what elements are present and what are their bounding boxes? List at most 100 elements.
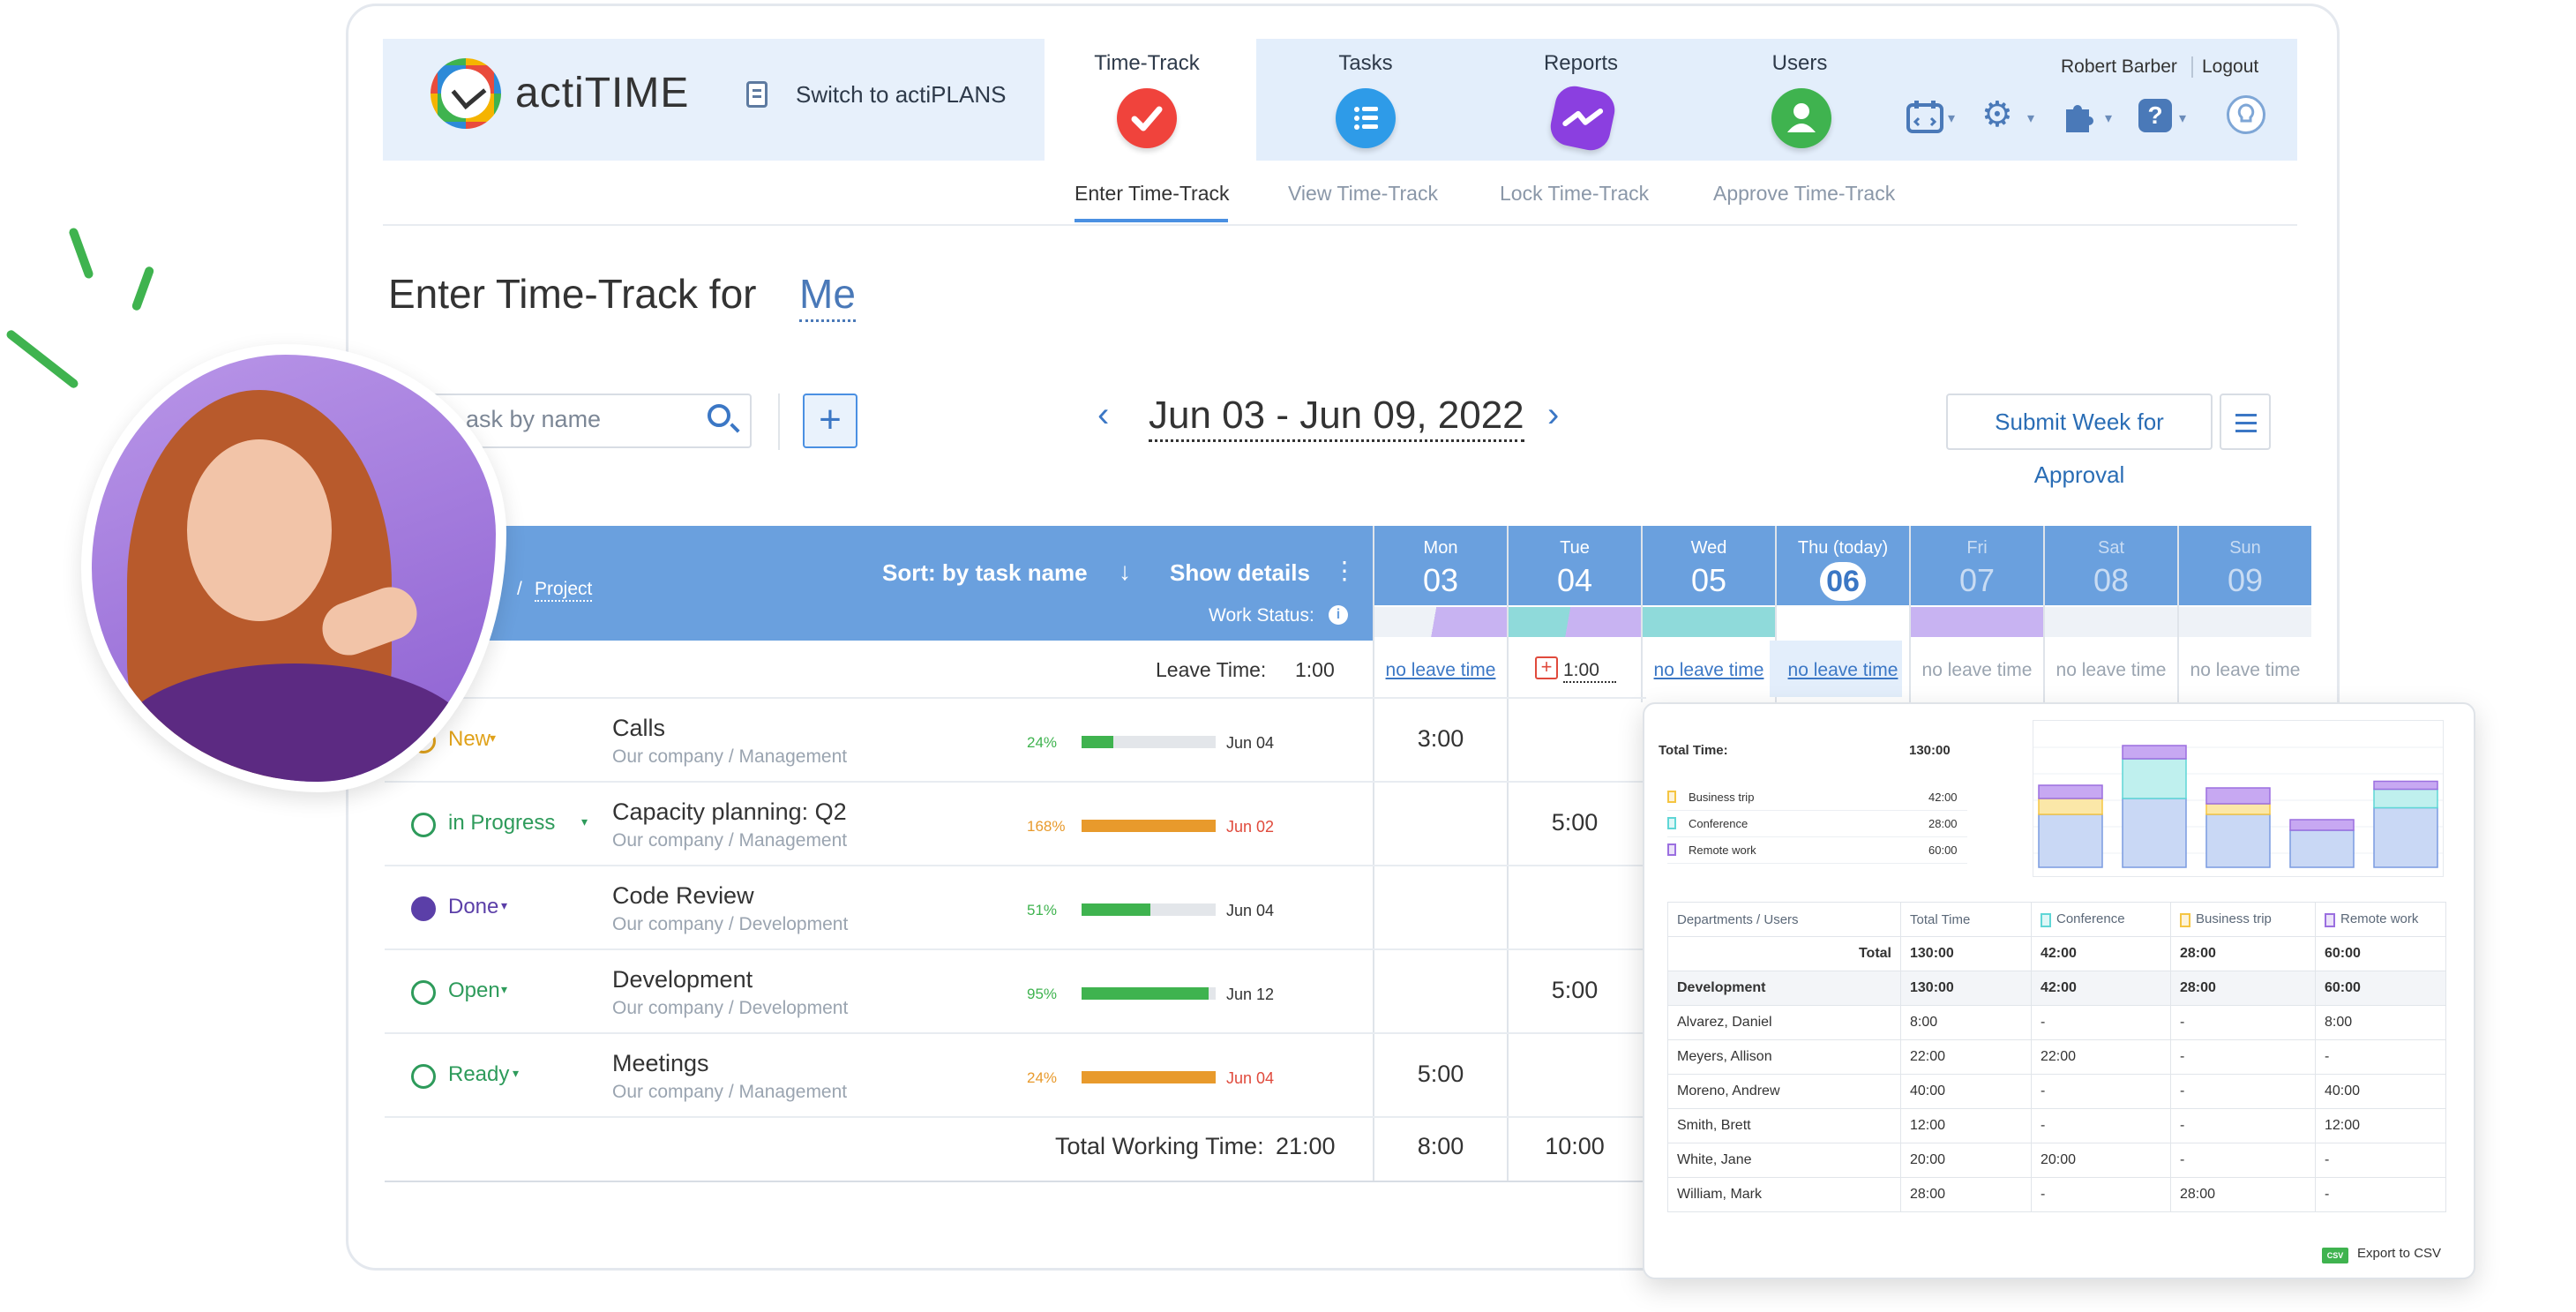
menu-button[interactable] <box>2220 394 2271 450</box>
gear-icon[interactable]: ⚙ <box>1981 97 2013 132</box>
status-dropdown[interactable]: Done <box>448 895 498 919</box>
logout-link[interactable]: Logout <box>2202 56 2258 78</box>
leave-cell-wed[interactable]: no leave time <box>1643 660 1775 681</box>
row-divider <box>385 865 1646 866</box>
status-icon[interactable] <box>411 1064 436 1089</box>
day-header-fri[interactable]: Fri 07 <box>1911 526 2043 605</box>
previous-week-button[interactable]: ‹ <box>1097 395 1109 435</box>
status-dropdown[interactable]: in Progress <box>448 811 555 836</box>
table-cell-text: 130:00 <box>1910 980 1954 995</box>
chevron-down-icon[interactable]: ▾ <box>1948 109 1955 127</box>
module-reports-label[interactable]: Reports <box>1493 51 1669 76</box>
module-tasks-label[interactable]: Tasks <box>1277 51 1454 76</box>
header-separator: / <box>517 579 522 599</box>
task-project: Our company / Management <box>612 1082 848 1102</box>
table-cell: 12:00 <box>2315 1108 2446 1143</box>
time-track-icon[interactable] <box>1117 88 1177 148</box>
day-header-sat[interactable]: Sat 08 <box>2045 526 2177 605</box>
chevron-down-icon[interactable]: ▾ <box>501 982 507 997</box>
leave-time-label: Leave Time: <box>1156 658 1267 681</box>
logo-text[interactable]: actiTIME <box>515 69 689 117</box>
add-leave-icon[interactable]: + <box>1535 656 1558 679</box>
subtab-enter-time-track[interactable]: Enter Time-Track <box>1075 182 1230 206</box>
leave-cell-mon[interactable]: no leave time <box>1374 660 1507 681</box>
table-cell-text: - <box>2180 1118 2185 1133</box>
table-cell: Total <box>1667 936 1901 971</box>
tasks-icon[interactable] <box>1336 88 1396 148</box>
table-cell: Conference <box>2031 902 2171 937</box>
module-time-track-label[interactable]: Time-Track <box>1059 51 1235 76</box>
chevron-down-icon[interactable]: ▾ <box>581 814 588 829</box>
search-icon[interactable] <box>708 404 730 427</box>
sort-direction-icon[interactable]: ↓ <box>1119 558 1131 586</box>
task-name[interactable]: Code Review <box>612 882 754 910</box>
status-dropdown[interactable]: Ready <box>448 1062 509 1087</box>
day-header-mon[interactable]: Mon 03 <box>1374 526 1507 605</box>
chart-bar-segment <box>2038 798 2103 815</box>
table-cell: Business trip <box>2170 902 2316 937</box>
status-icon[interactable] <box>411 813 436 837</box>
chart-bar-segment <box>2038 784 2103 799</box>
chevron-down-icon[interactable]: ▾ <box>2179 109 2186 127</box>
table-cell-text: 8:00 <box>2325 1015 2353 1030</box>
day-header-tue[interactable]: Tue 04 <box>1509 526 1641 605</box>
sort-selector[interactable]: Sort: by task name <box>882 559 1088 587</box>
task-name[interactable]: Meetings <box>612 1050 709 1077</box>
switch-product-link[interactable]: Switch to actiPLANS <box>796 81 1006 109</box>
table-cell: 130:00 <box>1900 936 2032 971</box>
info-icon[interactable]: i <box>1329 605 1348 625</box>
time-cell-mon[interactable]: 5:00 <box>1374 1061 1507 1088</box>
table-cell: Development <box>1667 971 1901 1006</box>
reports-icon[interactable] <box>1546 82 1619 154</box>
export-csv-link[interactable]: Export to CSV <box>2357 1246 2441 1261</box>
users-icon[interactable] <box>1771 88 1831 148</box>
add-task-button[interactable]: + <box>803 394 857 448</box>
chevron-down-icon[interactable]: ▾ <box>513 1066 519 1081</box>
integrations-icon[interactable] <box>1906 99 1944 140</box>
lightbulb-icon[interactable] <box>2227 95 2265 134</box>
more-options-icon[interactable]: ⋮ <box>1332 556 1357 585</box>
next-week-button[interactable]: › <box>1547 395 1559 435</box>
module-users-label[interactable]: Users <box>1711 51 1888 76</box>
project-sort-link[interactable]: Project <box>535 579 593 602</box>
day-header-thu[interactable]: Thu (today) 06 <box>1777 526 1909 605</box>
subtab-lock-time-track[interactable]: Lock Time-Track <box>1500 182 1649 206</box>
status-dropdown[interactable]: Open <box>448 978 500 1003</box>
date-range-picker[interactable]: Jun 03 - Jun 09, 2022 <box>1149 394 1524 442</box>
chevron-down-icon[interactable]: ▾ <box>2105 109 2112 127</box>
leave-cell-thu[interactable]: no leave time <box>1777 660 1909 681</box>
time-cell-tue[interactable]: 5:00 <box>1509 809 1641 836</box>
status-icon[interactable] <box>411 980 436 1005</box>
divider <box>778 394 780 450</box>
time-cell-tue[interactable]: 5:00 <box>1509 977 1641 1004</box>
chevron-down-icon[interactable]: ▾ <box>501 898 507 913</box>
user-selector[interactable]: Me <box>799 270 856 322</box>
day-header-sun[interactable]: Sun 09 <box>2179 526 2311 605</box>
current-user-name[interactable]: Robert Barber <box>2061 56 2177 78</box>
chevron-down-icon[interactable]: ▾ <box>490 731 496 746</box>
status-icon[interactable] <box>411 896 436 921</box>
table-cell: Total Time <box>1900 902 2032 937</box>
document-icon[interactable] <box>746 81 768 108</box>
table-cell-text: - <box>2180 1152 2185 1167</box>
task-name[interactable]: Capacity planning: Q2 <box>612 798 847 826</box>
task-progress-bar <box>1082 987 1216 1000</box>
chevron-down-icon[interactable]: ▾ <box>2027 109 2034 127</box>
page-title: Enter Time-Track for <box>388 271 757 317</box>
task-name[interactable]: Calls <box>612 715 665 742</box>
leave-cell-tue[interactable]: 1:00 <box>1563 660 1616 683</box>
table-cell: 40:00 <box>1900 1074 2032 1109</box>
submit-week-button[interactable]: Submit Week for Approval <box>1946 394 2213 488</box>
help-icon[interactable]: ? <box>2138 99 2172 132</box>
show-details-toggle[interactable]: Show details <box>1170 559 1310 587</box>
time-cell-mon[interactable]: 3:00 <box>1374 725 1507 753</box>
csv-icon[interactable]: CSV <box>2322 1248 2348 1263</box>
puzzle-icon[interactable] <box>2061 99 2098 140</box>
task-name[interactable]: Development <box>612 966 753 993</box>
subtab-approve-time-track[interactable]: Approve Time-Track <box>1713 182 1895 206</box>
task-due-date: Jun 12 <box>1226 986 1275 1003</box>
table-cell: - <box>2170 1039 2316 1075</box>
day-header-wed[interactable]: Wed 05 <box>1643 526 1775 605</box>
subtab-view-time-track[interactable]: View Time-Track <box>1288 182 1438 206</box>
task-progress-percent: 168% <box>1027 818 1066 835</box>
